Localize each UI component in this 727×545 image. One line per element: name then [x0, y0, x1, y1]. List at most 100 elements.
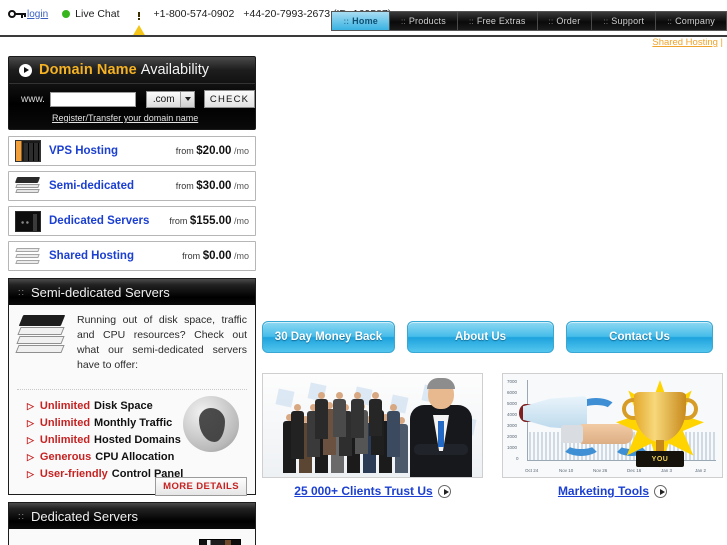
- plan-row-vps-hosting[interactable]: VPS Hosting from $20.00 /mo: [8, 136, 256, 166]
- pointing-hand-icon: [561, 424, 633, 444]
- plan-name: Semi-dedicated: [49, 180, 134, 192]
- dedicated-servers-section: :: Dedicated Servers intel Core 2 ▷ No S…: [8, 502, 256, 545]
- feature-text: CPU Allocation: [95, 451, 175, 463]
- live-chat-link[interactable]: Live Chat: [75, 8, 119, 20]
- plan-list: VPS Hosting from $20.00 /mo Semi-dedicat…: [8, 136, 256, 271]
- semi-dedicated-section: :: Semi-dedicated Servers Running out of…: [8, 278, 256, 496]
- tld-selected-value: .com: [152, 93, 175, 105]
- nav-item-home[interactable]: :: Home: [332, 12, 390, 30]
- feature-item: ▷ User-friendly Control Panel: [27, 466, 247, 483]
- register-transfer-link[interactable]: Register/Transfer your domain name: [52, 113, 198, 123]
- plan-price: from $0.00 /mo: [182, 250, 249, 262]
- cta-about-us-button[interactable]: About Us: [407, 321, 554, 353]
- check-button[interactable]: CHECK: [204, 90, 255, 108]
- y-tick-label: 0: [516, 456, 519, 461]
- nav-prefix: ::: [468, 16, 474, 26]
- x-tick-label: Jan 2: [695, 468, 707, 473]
- nav-prefix: ::: [548, 16, 554, 26]
- nav-item-products[interactable]: :: Products: [389, 12, 458, 30]
- green-dot-icon: [62, 10, 71, 18]
- feature-item: ▷ Unlimited Hosted Domains: [27, 432, 247, 449]
- nav-item-company[interactable]: :: Company: [656, 12, 727, 30]
- y-tick-label: 4000: [507, 412, 518, 417]
- warning-triangle-icon: [131, 7, 146, 37]
- plan-row-dedicated-servers[interactable]: Dedicated Servers from $155.00 /mo: [8, 206, 256, 236]
- plan-price-period: /mo: [233, 146, 249, 156]
- promo-caption-marketing[interactable]: Marketing Tools: [502, 484, 723, 498]
- promo-caption-clients[interactable]: 25 000+ Clients Trust Us: [262, 484, 483, 498]
- x-tick-label: Nov 10: [559, 468, 574, 473]
- nav-item-order[interactable]: :: Order: [537, 12, 593, 30]
- login-link[interactable]: login: [27, 9, 48, 20]
- bullet-triangle-icon: ▷: [27, 469, 34, 479]
- header-divider: [0, 35, 727, 37]
- feature-highlight: Unlimited: [39, 434, 91, 446]
- semi-dedicated-intro: Running out of disk space, traffic and C…: [15, 313, 247, 373]
- y-tick-label: 6000: [507, 390, 518, 395]
- breadcrumb: Shared Hosting |: [652, 37, 723, 48]
- semi-dedicated-section-body: Running out of disk space, traffic and C…: [9, 305, 255, 496]
- promo-clients-trust-us[interactable]: 25 000+ Clients Trust Us: [262, 373, 483, 498]
- x-tick-label: Jan 3: [661, 468, 673, 473]
- plan-price-value: $0.00: [202, 250, 232, 262]
- promo-marketing-tools[interactable]: 7000 6000 5000 4000 3000 2000 1000 0 Oct…: [502, 373, 723, 498]
- plan-price-from: from: [175, 181, 194, 191]
- phone-us: +1-800-574-0902: [153, 8, 235, 20]
- plan-price: from $30.00 /mo: [176, 180, 249, 192]
- x-tick-label: Dec 16: [627, 468, 642, 473]
- domain-input[interactable]: [49, 91, 136, 107]
- x-tick-label: Oct 24: [525, 468, 539, 473]
- nav-prefix: ::: [343, 16, 350, 26]
- plan-row-shared-hosting[interactable]: Shared Hosting from $0.00 /mo: [8, 241, 256, 271]
- section-dots: ::: [18, 511, 26, 521]
- play-circle-icon[interactable]: [437, 484, 451, 498]
- key-icon: [8, 8, 26, 20]
- chart-x-axis: [527, 460, 716, 461]
- nav-prefix: ::: [400, 16, 406, 26]
- plan-name: Dedicated Servers: [49, 215, 150, 227]
- business-people-group-photo[interactable]: [262, 373, 483, 478]
- plan-row-semi-dedicated[interactable]: Semi-dedicated from $30.00 /mo: [8, 171, 256, 201]
- promo-row: 25 000+ Clients Trust Us 7000 6000 5000 …: [262, 373, 723, 498]
- dedicated-feature-list: intel Core 2 ▷ No Set-up Fees ▷ OS prefe…: [17, 537, 247, 545]
- play-circle-icon: [19, 63, 32, 77]
- dedicated-servers-section-header: :: Dedicated Servers: [9, 503, 255, 529]
- feature-text: Disk Space: [94, 400, 153, 412]
- section-title: Dedicated Servers: [31, 508, 138, 524]
- plan-price-value: $20.00: [196, 145, 232, 157]
- promo-caption-text: Marketing Tools: [557, 484, 650, 498]
- bullet-triangle-icon: ▷: [27, 452, 34, 462]
- domain-title-highlight: Domain Name: [39, 62, 137, 78]
- feature-highlight: Unlimited: [39, 417, 91, 429]
- promo-caption-text: 25 000+ Clients Trust Us: [294, 484, 433, 498]
- feature-item: ▷ Unlimited Disk Space: [27, 398, 247, 415]
- domain-title-rest: Availability: [140, 62, 210, 78]
- cta-contact-us-button[interactable]: Contact Us: [566, 321, 713, 353]
- y-tick-label: 3000: [507, 423, 518, 428]
- feature-item: ▷ Generous CPU Allocation: [27, 449, 247, 466]
- tld-select[interactable]: .com: [145, 90, 196, 108]
- main-navigation: :: Home :: Products :: Free Extras :: Or…: [331, 11, 727, 31]
- y-tick-label: 7000: [507, 379, 518, 384]
- breadcrumb-link-shared-hosting[interactable]: Shared Hosting: [652, 37, 717, 48]
- plan-price-from: from: [182, 251, 201, 261]
- feature-item: ▷ Unlimited Monthly Traffic: [27, 415, 247, 432]
- plan-name: Shared Hosting: [49, 250, 134, 262]
- nav-label: Order: [556, 16, 581, 26]
- shared-hosting-icon: [15, 245, 41, 267]
- plan-price: from $20.00 /mo: [176, 145, 249, 157]
- section-dots: ::: [18, 287, 26, 297]
- foreground-businessman: [406, 377, 476, 477]
- y-tick-label: 2000: [507, 434, 518, 439]
- dedicated-server-icon: [15, 210, 41, 232]
- feature-text: Hosted Domains: [94, 434, 181, 446]
- bullet-triangle-icon: ▷: [27, 435, 34, 445]
- cta-30-day-money-back-button[interactable]: 30 Day Money Back: [262, 321, 395, 353]
- nav-item-free-extras[interactable]: :: Free Extras: [457, 12, 538, 30]
- play-circle-icon[interactable]: [654, 484, 668, 498]
- marketing-tools-megaphone-trophy-chart[interactable]: 7000 6000 5000 4000 3000 2000 1000 0 Oct…: [502, 373, 723, 478]
- feature-highlight: Unlimited: [39, 400, 91, 412]
- nav-label: Products: [408, 16, 446, 26]
- trophy-base: YOU: [636, 451, 684, 467]
- nav-item-support[interactable]: :: Support: [592, 12, 657, 30]
